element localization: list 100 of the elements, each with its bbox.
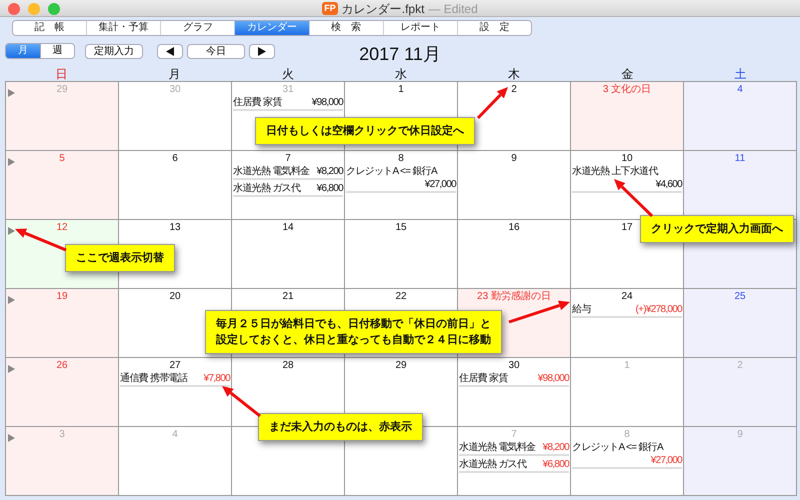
- date-number[interactable]: 21: [282, 291, 294, 302]
- date-number[interactable]: 23: [477, 291, 488, 302]
- date-number[interactable]: 17: [621, 222, 633, 233]
- date-number[interactable]: 1: [398, 84, 404, 95]
- week-toggle-icon[interactable]: [8, 296, 15, 304]
- annotation-tooltip: 毎月２５日が給料日でも、日付移動で「休日の前日」と 設定しておくと、休日と重なっても自動で２４日に移動: [205, 310, 502, 354]
- entry-row[interactable]: 水道光熱 ガス代 ¥6,800: [233, 182, 343, 197]
- entry-amount: ¥4,600: [656, 179, 682, 190]
- date-number[interactable]: 15: [395, 222, 407, 233]
- date-number[interactable]: 7: [285, 153, 291, 164]
- day-cell[interactable]: 11: [684, 151, 797, 220]
- day-cell[interactable]: 25: [684, 289, 797, 358]
- date-number[interactable]: 9: [511, 153, 517, 164]
- entry-amount: ¥6,800: [542, 458, 569, 471]
- entry-row[interactable]: 水道光熱 電気料金 ¥8,200: [459, 441, 569, 456]
- day-cell[interactable]: 3 文化の日: [571, 82, 684, 151]
- entry-amount: ¥7,800: [204, 372, 230, 385]
- day-cell[interactable]: 9: [458, 151, 571, 220]
- left-triangle-icon: [166, 46, 174, 56]
- week-toggle-icon[interactable]: [8, 434, 15, 442]
- entry-row[interactable]: 給与 (+)¥278,000: [572, 303, 682, 318]
- entry-label: クレジットA <= 銀行A: [346, 166, 437, 177]
- previous-button[interactable]: [157, 44, 183, 58]
- date-number[interactable]: 28: [282, 360, 294, 371]
- day-cell[interactable]: 24 給与 (+)¥278,000: [571, 289, 684, 358]
- weekday-label: 日: [56, 67, 68, 81]
- date-number[interactable]: 11: [734, 153, 746, 164]
- zoom-button[interactable]: [48, 3, 60, 15]
- week-toggle-icon[interactable]: [8, 158, 15, 166]
- tab[interactable]: 設 定: [456, 21, 531, 35]
- next-button[interactable]: [249, 44, 275, 58]
- day-cell[interactable]: 7 水道光熱 電気料金 ¥8,200 水道光熱 ガス代 ¥6,800: [458, 427, 571, 496]
- date-number[interactable]: 26: [56, 360, 68, 371]
- date-number[interactable]: 19: [56, 291, 68, 302]
- entry-label: 住居費 家賃: [459, 372, 508, 385]
- week-toggle-icon[interactable]: [8, 89, 15, 98]
- date-number[interactable]: 20: [169, 291, 181, 302]
- weekday-label: 水: [394, 67, 407, 81]
- entry-amount: ¥98,000: [312, 96, 343, 109]
- day-cell[interactable]: 19: [6, 289, 119, 358]
- day-cell[interactable]: 27 通信費 携帯電話 ¥7,800: [119, 358, 232, 427]
- right-triangle-icon: [258, 46, 266, 56]
- annotation-tooltip: まだ未入力のものは、赤表示: [258, 413, 423, 441]
- entry-row[interactable]: 水道光熱 電気料金 ¥8,200: [233, 165, 343, 180]
- entry-row[interactable]: 通信費 携帯電話 ¥7,800: [120, 372, 230, 387]
- weekday-label: 土: [734, 67, 746, 81]
- date-number[interactable]: 12: [56, 222, 68, 233]
- annotation-tooltip: ここで週表示切替: [65, 244, 175, 272]
- close-button[interactable]: [8, 3, 20, 15]
- window-title: カレンダー.fpkt: [342, 0, 424, 18]
- week-toggle-icon[interactable]: [8, 227, 15, 236]
- day-cell[interactable]: 7 水道光熱 電気料金 ¥8,200 水道光熱 ガス代 ¥6,800: [232, 151, 345, 220]
- day-cell[interactable]: 8 クレジットA <= 銀行A ¥27,000: [345, 151, 458, 220]
- day-cell[interactable]: 14: [232, 220, 345, 289]
- weekday-label: 木: [508, 67, 520, 81]
- date-number[interactable]: 2: [511, 84, 517, 95]
- day-cell[interactable]: 30 住居費 家賃 ¥98,000: [458, 358, 571, 427]
- date-number[interactable]: 24: [621, 291, 633, 302]
- arrow: [614, 179, 654, 218]
- entry-row[interactable]: 水道光熱 ガス代 ¥6,800: [459, 458, 569, 473]
- toolbar-button[interactable]: 定期入力: [85, 44, 143, 58]
- arrow: [15, 228, 67, 252]
- holiday-name: 勤労感謝の日: [490, 291, 551, 302]
- day-cell[interactable]: 15: [345, 220, 458, 289]
- entry-label: 水道光熱 電気料金: [233, 165, 310, 178]
- entry-amount: ¥6,800: [316, 182, 343, 195]
- date-number[interactable]: 4: [737, 84, 743, 95]
- date-number[interactable]: 8: [398, 153, 404, 164]
- date-number[interactable]: 27: [169, 360, 181, 371]
- document-status: — Edited: [428, 0, 478, 18]
- entry-label: 水道光熱 ガス代: [459, 458, 526, 471]
- date-number[interactable]: 3: [602, 84, 608, 95]
- date-number[interactable]: 14: [282, 222, 294, 233]
- date-number[interactable]: 25: [734, 291, 746, 302]
- view-toggle[interactable]: 週: [40, 44, 74, 58]
- day-cell[interactable]: 5: [6, 151, 119, 220]
- entry-row[interactable]: 住居費 家賃 ¥98,000: [233, 96, 343, 111]
- date-number[interactable]: 10: [621, 153, 633, 164]
- entry-label: 住居費 家賃: [233, 96, 282, 109]
- date-number[interactable]: 5: [59, 153, 65, 164]
- day-cell[interactable]: 26: [6, 358, 119, 427]
- entry-row[interactable]: 住居費 家賃 ¥98,000: [459, 372, 569, 387]
- day-cell[interactable]: 8 クレジットA <= 銀行A ¥27,000: [571, 427, 684, 496]
- date-number[interactable]: 22: [395, 291, 407, 302]
- day-cell[interactable]: 16: [458, 220, 571, 289]
- entry-label: 水道光熱 ガス代: [233, 182, 300, 195]
- date-number[interactable]: 13: [169, 222, 181, 233]
- date-number[interactable]: 16: [508, 222, 520, 233]
- day-cell[interactable]: 6: [119, 151, 232, 220]
- day-cell[interactable]: 10 水道光熱 上下水道代 ¥4,600: [571, 151, 684, 220]
- week-toggle-icon[interactable]: [8, 365, 15, 374]
- date-number[interactable]: 30: [508, 360, 520, 371]
- entry-row[interactable]: クレジットA <= 銀行A ¥27,000: [572, 441, 682, 469]
- toolbar-button[interactable]: 今日: [187, 44, 245, 58]
- date-number[interactable]: 29: [395, 360, 407, 371]
- date-number[interactable]: 6: [172, 153, 178, 164]
- day-cell[interactable]: 4: [684, 82, 797, 151]
- entry-amount: (+)¥278,000: [635, 303, 682, 316]
- entry-row[interactable]: クレジットA <= 銀行A ¥27,000: [346, 165, 456, 193]
- annotation-tooltip: 日付もしくは空欄クリックで休日設定へ: [255, 117, 475, 145]
